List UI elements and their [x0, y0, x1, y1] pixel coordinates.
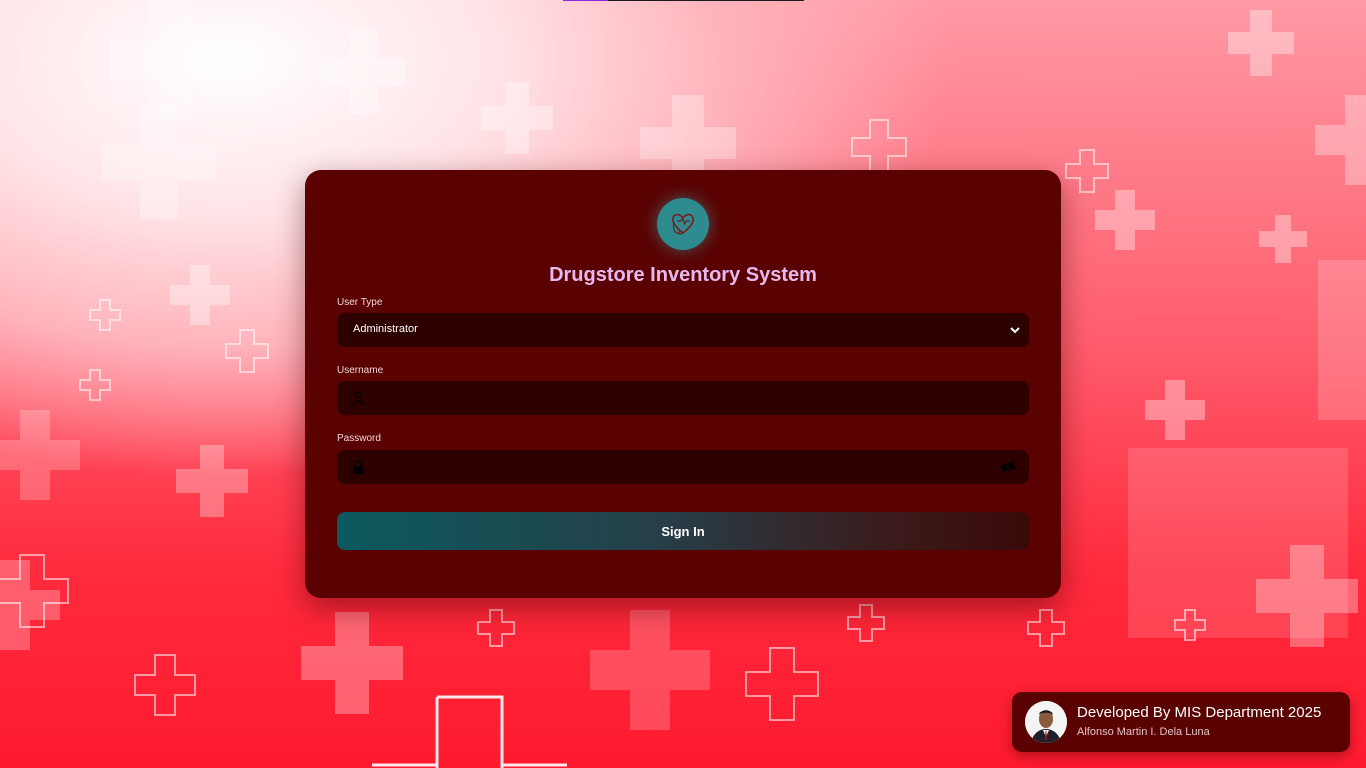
eye-slash-icon[interactable] [999, 459, 1017, 480]
username-field [337, 381, 1029, 417]
username-input[interactable] [375, 381, 979, 417]
user-type-label: User Type [337, 297, 383, 308]
developer-credit: Developed By MIS Department 2025 Alfonso… [1012, 692, 1350, 752]
chevron-down-icon [1009, 323, 1021, 341]
password-input[interactable] [375, 450, 979, 486]
developer-name: Alfonso Martin I. Dela Luna [1077, 726, 1210, 738]
top-progress-bar [563, 0, 804, 1]
top-progress-accent [563, 0, 608, 1]
sign-in-button[interactable]: Sign In [337, 512, 1029, 550]
lock-icon [351, 459, 365, 480]
password-field [337, 450, 1029, 486]
login-card: Drugstore Inventory System User Type Adm… [305, 170, 1061, 598]
page-title: Drugstore Inventory System [549, 264, 817, 286]
developer-title: Developed By MIS Department 2025 [1077, 704, 1322, 721]
password-label: Password [337, 433, 381, 444]
developer-avatar [1025, 701, 1067, 743]
user-icon [351, 390, 365, 411]
app-logo [657, 198, 709, 250]
user-type-select[interactable]: Administrator [337, 313, 1029, 347]
user-type-selected: Administrator [353, 323, 418, 335]
username-label: Username [337, 365, 384, 376]
heart-stethoscope-icon [672, 213, 694, 235]
